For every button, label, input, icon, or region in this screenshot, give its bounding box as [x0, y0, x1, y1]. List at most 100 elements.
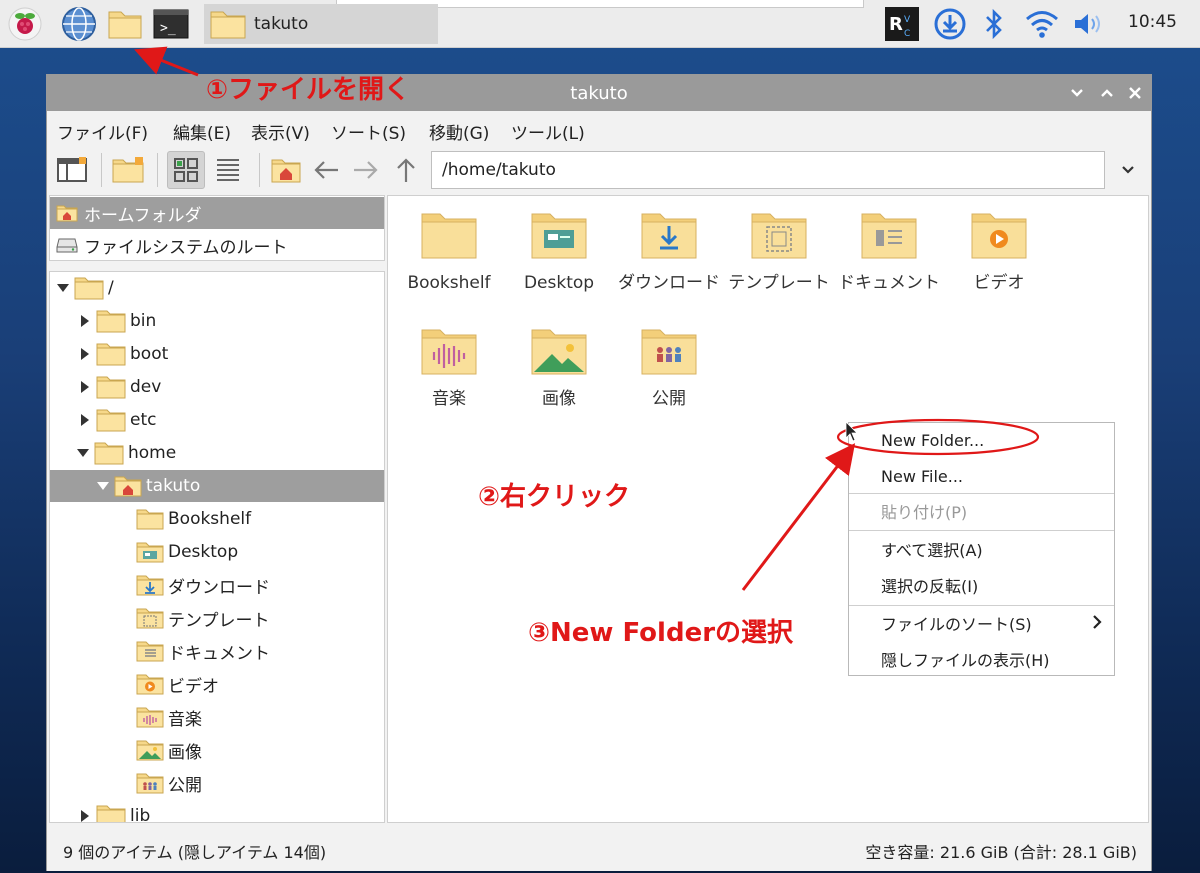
file-item[interactable]: ドキュメント: [834, 210, 944, 296]
file-name: Desktop: [523, 273, 595, 293]
expander-collapsed-icon[interactable]: [78, 810, 92, 822]
menu-sort[interactable]: ソート(S): [331, 119, 406, 144]
menu-new-file[interactable]: New File...: [849, 459, 1114, 493]
public-folder-icon: [136, 773, 164, 794]
menu-new-folder[interactable]: New Folder...: [849, 423, 1114, 457]
expander-collapsed-icon[interactable]: [78, 348, 92, 360]
tree-row[interactable]: lib: [50, 800, 384, 822]
tree-label: 公開: [168, 775, 202, 796]
tree-row[interactable]: dev: [50, 371, 384, 403]
tree-row[interactable]: /: [50, 272, 384, 304]
place-label: ホームフォルダ: [84, 205, 202, 226]
volume-icon[interactable]: [1070, 6, 1106, 42]
place-home-folder[interactable]: ホームフォルダ: [50, 197, 384, 229]
vnc-icon[interactable]: R V C: [884, 6, 920, 42]
arrow-left-icon: [314, 161, 338, 179]
menu-file[interactable]: ファイル(F): [57, 119, 148, 144]
tree-row[interactable]: Desktop: [50, 536, 384, 568]
expander-expanded-icon[interactable]: [76, 449, 90, 457]
file-manager-icon[interactable]: [106, 5, 144, 43]
pictures-folder-icon: [136, 740, 164, 761]
new-window-button[interactable]: [53, 151, 91, 189]
tree-label: takuto: [146, 476, 201, 496]
file-item[interactable]: テンプレート: [724, 210, 834, 296]
chevron-up-icon: [1101, 89, 1113, 97]
expander-collapsed-icon[interactable]: [78, 381, 92, 393]
file-item[interactable]: 公開: [614, 326, 724, 412]
tree-row-selected[interactable]: takuto: [50, 470, 384, 502]
icon-view-button[interactable]: [167, 151, 205, 189]
file-item[interactable]: Bookshelf: [394, 210, 504, 296]
arrow-right-icon: [354, 161, 378, 179]
menu-show-hidden[interactable]: 隠しファイルの表示(H): [849, 642, 1114, 676]
list-view-button[interactable]: [209, 151, 247, 189]
annotation-arrow-step1: [134, 46, 199, 77]
update-download-icon[interactable]: [932, 6, 968, 42]
drive-icon: [56, 238, 78, 253]
home-button[interactable]: [267, 151, 305, 189]
expander-collapsed-icon[interactable]: [78, 414, 92, 426]
tree-label: boot: [130, 344, 169, 364]
new-tab-button[interactable]: [109, 151, 147, 189]
folder-icon: [96, 310, 126, 333]
tree-row[interactable]: Bookshelf: [50, 503, 384, 535]
menu-invert-selection[interactable]: 選択の反転(I): [849, 568, 1114, 602]
path-dropdown-button[interactable]: [1109, 151, 1147, 189]
svg-text:V: V: [904, 15, 911, 25]
context-menu: New Folder... New File... 貼り付け(P) すべて選択(…: [848, 422, 1115, 676]
tree-row[interactable]: 画像: [50, 734, 384, 766]
place-filesystem-root[interactable]: ファイルシステムのルート: [50, 229, 384, 261]
tree-row[interactable]: bin: [50, 305, 384, 337]
bluetooth-icon[interactable]: [976, 6, 1012, 42]
file-name: 音楽: [432, 389, 466, 409]
file-item[interactable]: 画像: [504, 326, 614, 412]
file-item[interactable]: ビデオ: [944, 210, 1054, 296]
tree-row[interactable]: 公開: [50, 767, 384, 799]
tree-row[interactable]: ビデオ: [50, 668, 384, 700]
document-folder-icon: [861, 213, 917, 259]
expander-expanded-icon[interactable]: [56, 284, 70, 292]
up-button[interactable]: [387, 151, 425, 189]
raspberry-menu-icon[interactable]: [6, 5, 44, 43]
statusbar: 9 個のアイテム (隠しアイテム 14個) 空き容量: 21.6 GiB (合計…: [47, 827, 1151, 871]
menu-paste[interactable]: 貼り付け(P): [849, 494, 1114, 528]
menubar: ファイル(F) 編集(E) 表示(V) ソート(S) 移動(G) ツール(L): [47, 111, 1151, 145]
tree-label: bin: [130, 311, 157, 331]
icon-view-icon: [174, 158, 198, 182]
tree-row[interactable]: etc: [50, 404, 384, 436]
download-folder-icon: [641, 213, 697, 259]
path-input[interactable]: [431, 151, 1105, 189]
taskbar-window-button[interactable]: takuto: [204, 4, 438, 44]
arrow-up-icon: [397, 158, 415, 182]
tree-row[interactable]: ダウンロード: [50, 569, 384, 601]
tree-row[interactable]: home: [50, 437, 384, 469]
tree-row[interactable]: テンプレート: [50, 602, 384, 634]
menu-tools[interactable]: ツール(L): [511, 119, 585, 144]
file-item[interactable]: ダウンロード: [614, 210, 724, 296]
file-item[interactable]: Desktop: [504, 210, 614, 296]
file-name: 公開: [652, 389, 686, 409]
tree-row[interactable]: ドキュメント: [50, 635, 384, 667]
minimize-button[interactable]: [1065, 81, 1089, 105]
back-button[interactable]: [307, 151, 345, 189]
forward-button[interactable]: [347, 151, 385, 189]
close-button[interactable]: [1123, 81, 1147, 105]
maximize-button[interactable]: [1095, 81, 1119, 105]
expander-expanded-icon[interactable]: [96, 482, 110, 490]
menu-view[interactable]: 表示(V): [251, 119, 310, 144]
new-tab-folder-icon: [112, 157, 144, 183]
tree-row[interactable]: boot: [50, 338, 384, 370]
expander-collapsed-icon[interactable]: [78, 315, 92, 327]
menu-select-all[interactable]: すべて選択(A): [849, 532, 1114, 566]
wifi-icon[interactable]: [1024, 6, 1060, 42]
tree-label: etc: [130, 410, 157, 430]
menu-go[interactable]: 移動(G): [429, 119, 489, 144]
tree-row[interactable]: 音楽: [50, 701, 384, 733]
menu-sort-files[interactable]: ファイルのソート(S): [849, 606, 1114, 640]
svg-text:>_: >_: [160, 21, 176, 36]
file-item[interactable]: 音楽: [394, 326, 504, 412]
terminal-icon[interactable]: >_: [152, 5, 190, 43]
chevron-down-icon: [1071, 89, 1083, 97]
menu-edit[interactable]: 編集(E): [173, 119, 231, 144]
web-browser-icon[interactable]: [60, 5, 98, 43]
